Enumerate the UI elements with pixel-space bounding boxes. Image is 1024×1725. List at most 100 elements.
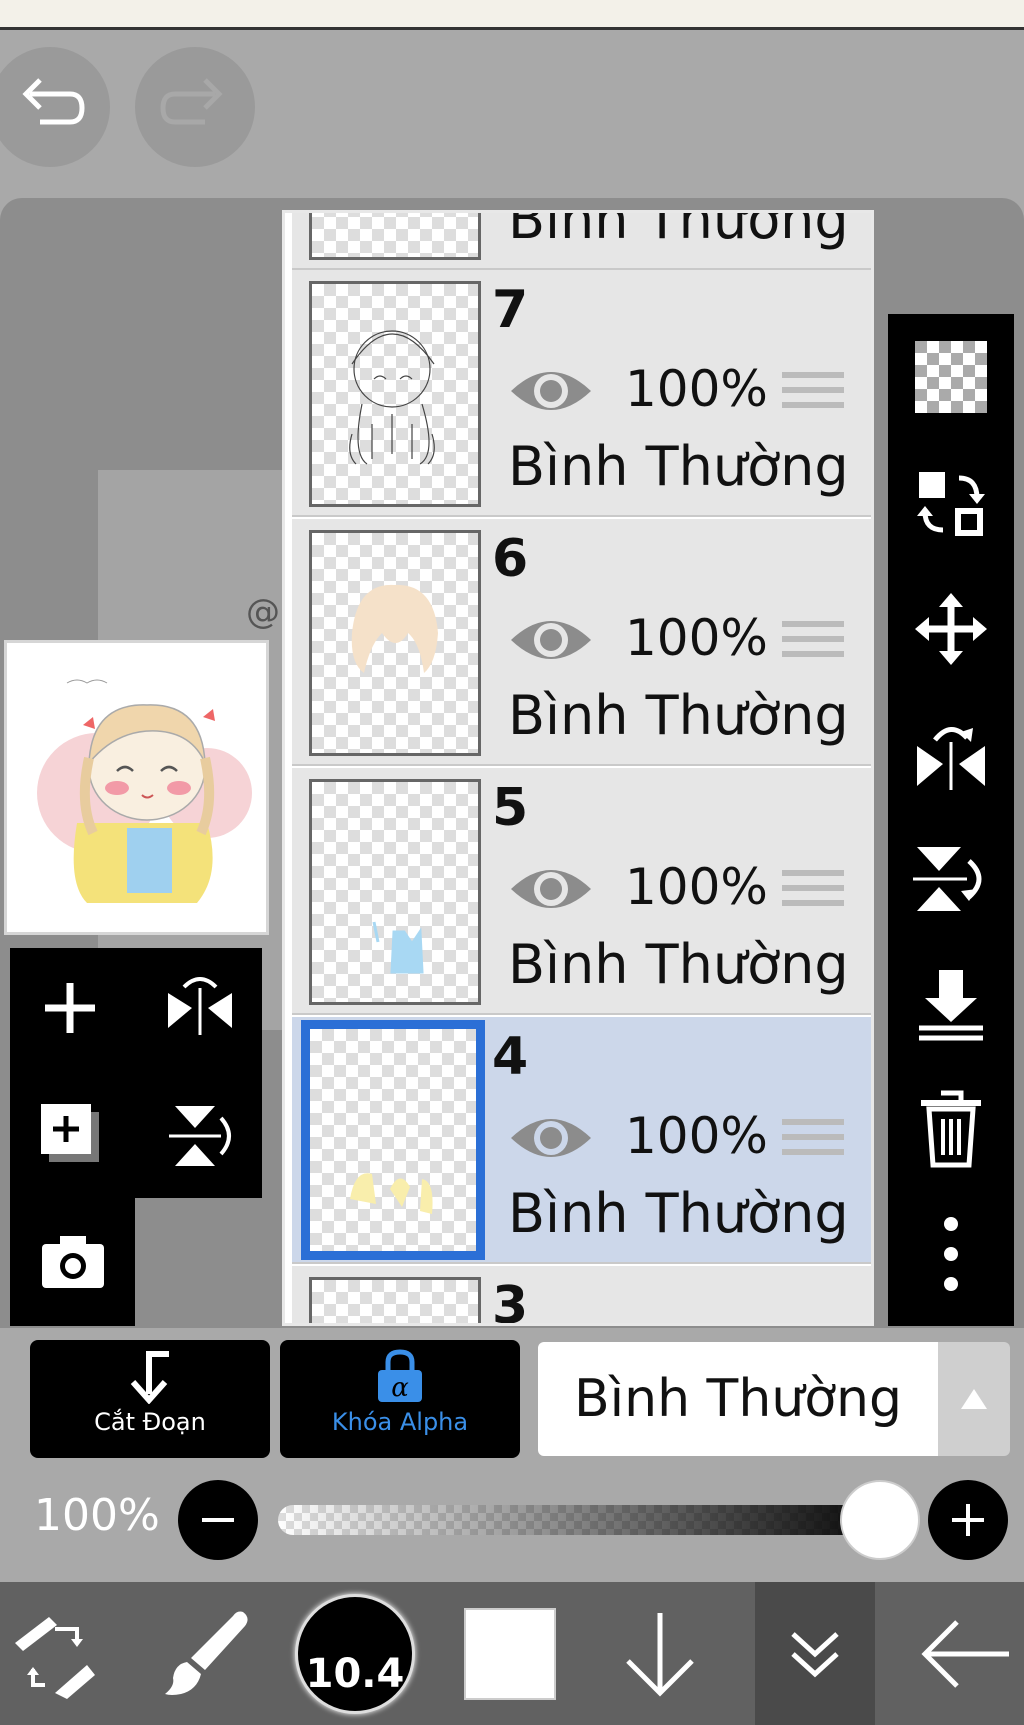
flip-vertical-icon (169, 1106, 231, 1166)
undo-button[interactable] (0, 47, 110, 167)
selection-tool-icon (15, 1616, 95, 1699)
clipping-button[interactable]: Cắt Đoạn (30, 1340, 270, 1458)
layer-blend-mode: Bình Thường (508, 210, 849, 251)
layer-row-selected[interactable]: 4 100% Bình Thường (292, 1017, 871, 1264)
opacity-decrease-button[interactable] (178, 1480, 258, 1560)
alpha-lock-button[interactable]: α Khóa Alpha (280, 1340, 520, 1458)
layer-blend-mode: Bình Thường (508, 684, 849, 747)
arrow-down-icon (626, 1612, 694, 1697)
opacity-increase-button[interactable] (928, 1480, 1008, 1560)
selection-tool-button[interactable] (0, 1582, 100, 1725)
eye-icon (511, 870, 591, 908)
duplicate-layer-icon (41, 1104, 99, 1162)
layer-row-partial[interactable]: 3 (292, 1266, 871, 1326)
character-drawing (37, 679, 252, 903)
layer-thumbnail (301, 1020, 485, 1260)
flip-vertical-tool-button[interactable] (888, 829, 1014, 929)
layer-blend-mode: Bình Thường (508, 1182, 849, 1245)
eye-icon (511, 621, 591, 659)
merge-down-icon (919, 970, 983, 1041)
visibility-toggle[interactable] (508, 614, 594, 670)
drag-handle[interactable] (782, 870, 844, 906)
eye-icon (511, 1119, 591, 1157)
layers-panel: Bình Thường 7 100% Bình Thường 6 100% Bì… (282, 210, 874, 1326)
swap-icon (917, 472, 985, 536)
trash-icon (921, 1090, 981, 1168)
eye-icon (511, 372, 591, 410)
visibility-toggle[interactable] (508, 365, 594, 421)
color-swatch (464, 1607, 556, 1700)
drag-handle[interactable] (782, 621, 844, 657)
rotate-flip-icon (168, 977, 232, 1035)
layer-opacity: 100% (625, 360, 768, 418)
flip-vertical-button[interactable] (165, 1098, 235, 1177)
opacity-slider[interactable] (278, 1505, 898, 1535)
drag-handle[interactable] (782, 1119, 844, 1155)
alpha-lock-label: Khóa Alpha (331, 1408, 469, 1436)
redo-button[interactable] (135, 47, 255, 167)
layer-down-button[interactable] (610, 1582, 710, 1725)
top-toolbar (0, 33, 1024, 198)
canvas-stroke: @ (246, 592, 280, 632)
layer-opacity: 100% (625, 1107, 768, 1165)
back-button[interactable] (910, 1582, 1020, 1725)
brush-icon (165, 1611, 248, 1695)
brush-tool-button[interactable] (150, 1582, 260, 1725)
layer-opacity: 100% (625, 858, 768, 916)
redo-icon (160, 78, 223, 125)
move-icon (915, 593, 987, 665)
layer-row-partial[interactable]: Bình Thường (292, 210, 871, 270)
back-arrow-icon (921, 1619, 1009, 1688)
brush-size-button[interactable]: 10.4 (290, 1582, 420, 1725)
bottom-toolbar: 10.4 (0, 1582, 1024, 1725)
swap-button[interactable] (888, 454, 1014, 554)
blend-mode-select[interactable]: Bình Thường (538, 1342, 938, 1456)
layer-number: 3 (492, 1276, 529, 1326)
more-button[interactable] (888, 1204, 1014, 1304)
layer-row[interactable]: 7 100% Bình Thường (292, 270, 871, 517)
move-button[interactable] (888, 579, 1014, 679)
layer-opacity: 100% (625, 609, 768, 667)
delete-layer-button[interactable] (888, 1079, 1014, 1179)
chevron-double-down-icon (791, 1631, 839, 1677)
color-swatch-button[interactable] (455, 1582, 565, 1725)
layer-row[interactable]: 6 100% Bình Thường (292, 519, 871, 766)
blend-mode-dropdown-button[interactable] (938, 1342, 1010, 1456)
layer-thumbnail (309, 779, 481, 1005)
rotate-flip-button[interactable] (160, 973, 240, 1047)
duplicate-layer-button[interactable] (35, 1098, 105, 1172)
flip-horizontal-button[interactable] (888, 704, 1014, 804)
undo-icon (22, 78, 85, 125)
lock-icon: α (378, 1349, 422, 1403)
layer-number: 7 (492, 280, 529, 340)
status-strip (0, 0, 1024, 30)
transparency-icon (915, 341, 987, 413)
clipping-label: Cắt Đoạn (94, 1408, 206, 1436)
left-tool-group (10, 948, 262, 1198)
visibility-toggle[interactable] (508, 1112, 594, 1168)
opacity-slider-knob[interactable] (840, 1480, 920, 1560)
layer-thumbnail (309, 213, 481, 260)
layer-thumbnail (309, 281, 481, 507)
brush-size-value: 10.4 (305, 1650, 405, 1697)
layers-panel-button[interactable] (755, 1582, 875, 1725)
visibility-toggle[interactable] (508, 863, 594, 919)
camera-button[interactable] (10, 1198, 135, 1326)
camera-icon (41, 1236, 104, 1288)
transparency-button[interactable] (888, 327, 1014, 427)
merge-down-button[interactable] (888, 954, 1014, 1054)
flip-horizontal-icon (917, 727, 985, 790)
layer-row[interactable]: 5 100% Bình Thường (292, 768, 871, 1015)
drag-handle[interactable] (782, 372, 844, 408)
flip-vertical-icon (913, 847, 982, 911)
add-layer-button[interactable] (35, 973, 105, 1047)
clipping-arrow-icon (130, 1351, 169, 1405)
layer-thumbnail (309, 1277, 481, 1323)
layer-blend-mode: Bình Thường (508, 435, 849, 498)
layer-blend-mode: Bình Thường (508, 933, 849, 996)
plus-icon (952, 1504, 984, 1536)
opacity-value: 100% (34, 1490, 160, 1541)
layer-number: 4 (492, 1027, 529, 1087)
layer-number: 6 (492, 529, 529, 589)
right-toolbar (888, 314, 1014, 1326)
